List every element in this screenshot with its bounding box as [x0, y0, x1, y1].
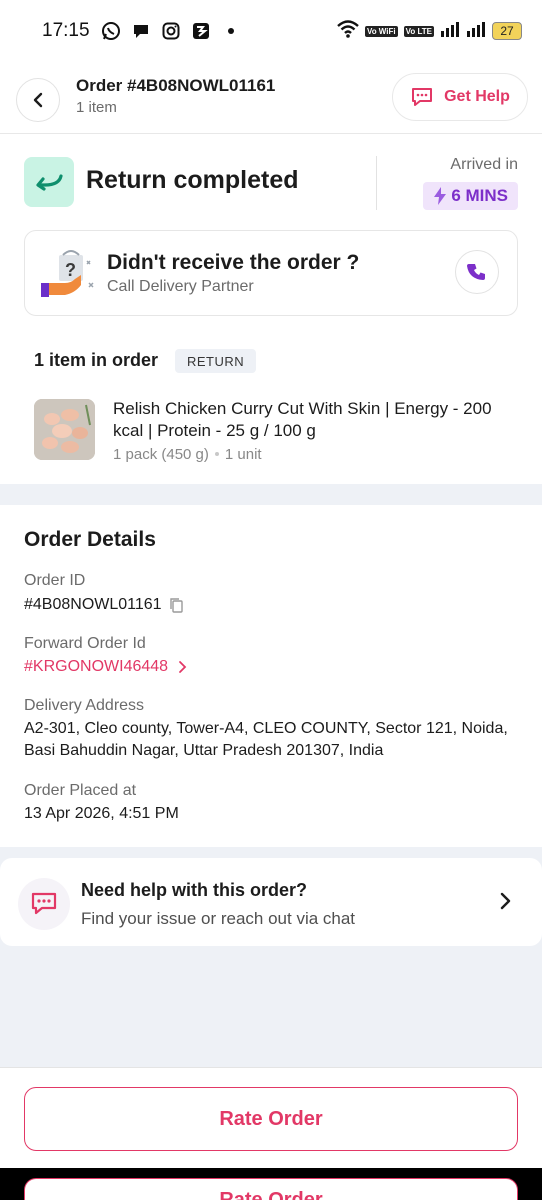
- chevron-right-icon: [500, 892, 511, 910]
- forward-order-link[interactable]: #KRGONOWI46448: [24, 656, 187, 678]
- chat-support-icon: [18, 878, 70, 930]
- svg-text:?: ?: [65, 260, 76, 280]
- battery-indicator: 27: [492, 22, 522, 40]
- arrival-time-value: 6 MINS: [451, 186, 508, 205]
- phone-icon: [467, 264, 485, 280]
- arrived-label: Arrived in: [450, 156, 518, 173]
- return-badge: RETURN: [175, 349, 257, 373]
- volte-tag: Vo LTE: [403, 25, 434, 37]
- status-title: Return completed: [86, 166, 299, 194]
- clock: 17:15: [42, 20, 90, 41]
- order-placed-value: 13 Apr 2026, 4:51 PM: [24, 805, 179, 822]
- copy-icon[interactable]: [168, 597, 184, 613]
- lightning-icon: [434, 187, 447, 205]
- app-notification-icon: [190, 20, 212, 42]
- vowifi-tag: Vo WiFi: [364, 25, 398, 37]
- whatsapp-icon: [100, 20, 122, 42]
- order-id-row: #4B08NOWL01161: [24, 594, 184, 616]
- product-name: Relish Chicken Curry Cut With Skin | Ene…: [113, 399, 492, 440]
- back-button[interactable]: [16, 78, 60, 122]
- separator-dot: [214, 451, 219, 456]
- order-header: Order #4B08NOWL01161 1 item Get Help: [0, 62, 542, 134]
- product-meta: 1 pack (450 g) 1 unit: [113, 446, 262, 463]
- wifi-icon: [337, 19, 359, 43]
- signal-icon-2: [466, 21, 486, 42]
- delivery-address-value: A2-301, Cleo county, Tower-A4, CLEO COUN…: [24, 720, 508, 759]
- get-help-button[interactable]: Get Help: [392, 73, 528, 121]
- need-help-subtitle: Find your issue or reach out via chat: [81, 909, 356, 928]
- product-pack-size: 1 pack (450 g): [113, 446, 209, 463]
- order-id-value: #4B08NOWL01161: [24, 596, 162, 613]
- more-notifications-dot-icon: [220, 20, 242, 42]
- return-arrow-icon: [24, 157, 74, 207]
- instagram-icon: [160, 20, 182, 42]
- get-help-label: Get Help: [444, 88, 510, 105]
- status-bar: 17:15 Vo WiFi Vo LTE 27: [0, 0, 542, 62]
- order-title: Order #4B08NOWL01161: [76, 76, 276, 95]
- delivery-box-question-icon: ?: [41, 249, 99, 299]
- rate-order-button-reflection: Rate Order: [24, 1178, 518, 1200]
- didnt-receive-card[interactable]: ? Didn't receive the order ? Call Delive…: [24, 230, 518, 316]
- gesture-handle[interactable]: [200, 1184, 342, 1189]
- divider: [376, 156, 377, 210]
- product-quantity: 1 unit: [224, 446, 262, 463]
- order-details-card: Order Details Order ID #4B08NOWL01161 Fo…: [0, 505, 542, 847]
- need-help-title: Need help with this order?: [81, 880, 308, 900]
- forward-order-label: Forward Order Id: [24, 635, 146, 652]
- signal-icon: [440, 21, 460, 42]
- system-navigation-bar: Rate Order: [0, 1168, 542, 1200]
- product-image: [34, 399, 95, 460]
- order-item-count: 1 item: [76, 99, 117, 116]
- bottom-action-bar: Rate Order: [0, 1067, 542, 1168]
- chevron-left-icon: [33, 92, 43, 108]
- rate-order-button[interactable]: Rate Order: [24, 1087, 518, 1151]
- need-help-card[interactable]: Need help with this order? Find your iss…: [0, 858, 542, 946]
- order-status-card: Return completed Arrived in 6 MINS ? Did…: [0, 134, 542, 484]
- call-delivery-partner-button[interactable]: [455, 250, 499, 294]
- order-id-label: Order ID: [24, 572, 86, 589]
- items-count-label: 1 item in order: [34, 350, 159, 370]
- chat-help-icon: [412, 88, 433, 106]
- didnt-receive-title: Didn't receive the order ?: [107, 251, 360, 274]
- order-details-title: Order Details: [24, 528, 156, 551]
- chevron-right-icon: [179, 661, 187, 673]
- forward-order-value: #KRGONOWI46448: [24, 658, 169, 675]
- delivery-address-label: Delivery Address: [24, 697, 145, 714]
- chat-bubble-icon: [130, 20, 152, 42]
- call-partner-label: Call Delivery Partner: [107, 278, 254, 295]
- order-placed-label: Order Placed at: [24, 782, 137, 799]
- arrival-time-badge: 6 MINS: [423, 182, 518, 210]
- status-indicators: Vo WiFi Vo LTE 27: [337, 19, 522, 43]
